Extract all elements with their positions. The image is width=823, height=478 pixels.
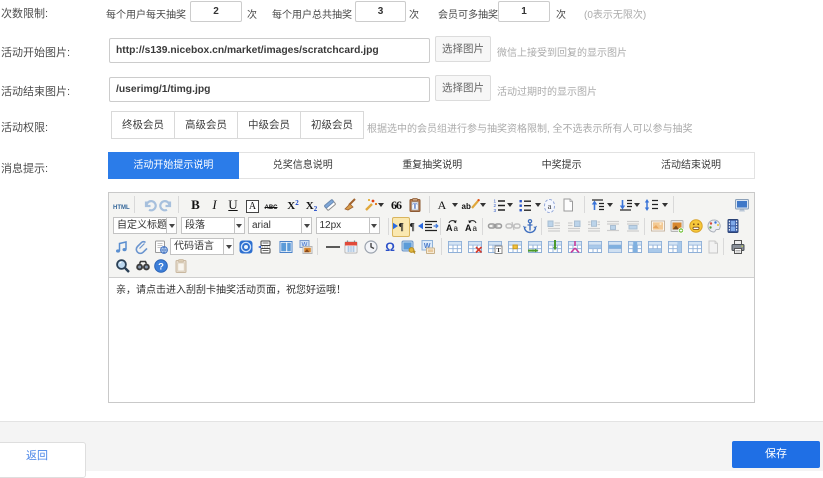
svg-text:A: A [446, 223, 453, 233]
svg-text:a: a [472, 224, 477, 233]
svg-text:3: 3 [494, 207, 497, 212]
svg-text:T: T [412, 202, 417, 210]
svg-text:?: ? [158, 261, 164, 272]
svg-text:¶: ¶ [399, 222, 404, 233]
svg-text:¶: ¶ [409, 222, 414, 233]
svg-text:A: A [465, 223, 472, 233]
svg-text:a: a [453, 224, 458, 233]
svg-text:T: T [496, 247, 501, 254]
